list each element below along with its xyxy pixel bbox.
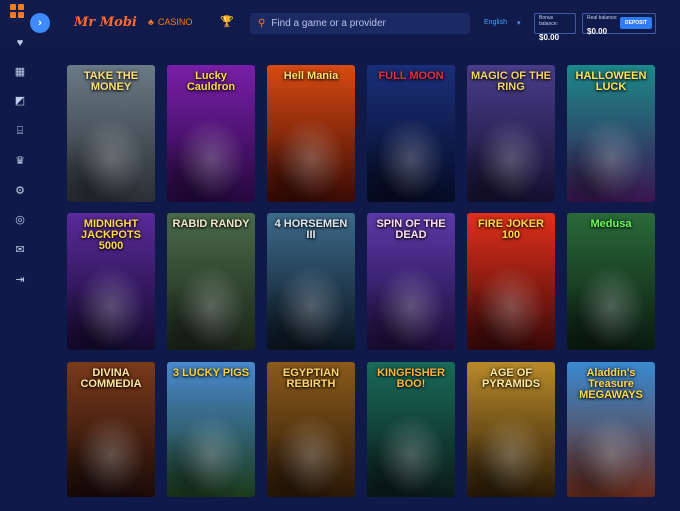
game-tile[interactable]: 4 HORSEMEN III — [267, 213, 355, 350]
site-logo[interactable]: Mr Mobi — [74, 15, 137, 30]
search-icon: ⚲ — [258, 18, 266, 29]
game-tile[interactable]: Hell Mania — [267, 65, 355, 202]
game-title: 4 HORSEMEN III — [274, 218, 348, 241]
game-artwork — [167, 402, 255, 497]
game-title: RABID RANDY — [172, 218, 250, 230]
search-input[interactable] — [271, 18, 462, 29]
game-artwork — [567, 254, 655, 350]
chat-icon[interactable]: ✉ — [13, 243, 27, 257]
game-tile[interactable]: 3 LUCKY PIGS — [167, 362, 255, 497]
game-title: Hell Mania — [283, 70, 339, 82]
game-tile[interactable]: AGE OF PYRAMIDS — [467, 362, 555, 497]
logout-icon[interactable]: ⇥ — [13, 273, 27, 287]
language-select[interactable]: English ▾ — [484, 19, 520, 27]
game-tile[interactable]: Aladdin's Treasure MEGAWAYS — [567, 362, 655, 497]
game-tile[interactable]: FIRE JOKER 100 — [467, 213, 555, 350]
game-title: KINGFISHER BOO! — [377, 367, 445, 390]
game-tile[interactable]: SPIN OF THE DEAD — [367, 213, 455, 350]
game-artwork — [367, 106, 455, 202]
game-title: TAKE THE MONEY — [83, 70, 139, 93]
game-artwork — [367, 254, 455, 350]
game-tile[interactable]: MIDNIGHT JACKPOTS 5000 — [67, 213, 155, 350]
game-artwork — [267, 106, 355, 202]
heart-icon[interactable]: ♥ — [13, 36, 27, 50]
slots-icon[interactable]: ▦ — [13, 65, 27, 79]
bonus-balance-amount: $0.00 — [539, 33, 560, 42]
game-artwork — [67, 106, 155, 202]
game-artwork — [167, 254, 255, 350]
game-tile[interactable]: TAKE THE MONEY — [67, 65, 155, 202]
game-title: Medusa — [590, 218, 632, 230]
casino-nav-link[interactable]: ♣ CASINO — [148, 17, 192, 27]
game-tile[interactable]: Medusa — [567, 213, 655, 350]
game-artwork — [67, 402, 155, 497]
settings-icon[interactable]: ⚙ — [13, 184, 27, 198]
trophy-icon[interactable]: ♛ — [13, 154, 27, 168]
game-tile[interactable]: Lucky Cauldron — [167, 65, 255, 202]
game-artwork — [167, 106, 255, 202]
game-tile[interactable]: MAGIC OF THE RING — [467, 65, 555, 202]
trophy-icon[interactable]: 🏆 — [220, 15, 234, 28]
game-title: AGE OF PYRAMIDS — [481, 367, 541, 390]
game-artwork — [567, 106, 655, 202]
game-title: SPIN OF THE DEAD — [376, 218, 446, 241]
game-artwork — [367, 402, 455, 497]
grid-menu-icon[interactable] — [10, 4, 26, 20]
chevron-right-icon[interactable]: › — [30, 13, 50, 33]
game-artwork — [267, 254, 355, 350]
top-bar: › Mr Mobi ♣ CASINO 🏆 ⚲ English ▾ Bonus b… — [0, 0, 680, 46]
game-title: FIRE JOKER 100 — [477, 218, 544, 241]
language-label: English — [484, 19, 507, 26]
game-artwork — [67, 254, 155, 350]
game-tile[interactable]: KINGFISHER BOO! — [367, 362, 455, 497]
game-tile[interactable]: DIVINA COMMEDIA — [67, 362, 155, 497]
casino-label: CASINO — [157, 17, 193, 27]
game-artwork — [467, 254, 555, 350]
game-tile[interactable]: HALLOWEEN LUCK — [567, 65, 655, 202]
real-balance-amount: $0.00 — [587, 27, 608, 36]
deposit-button[interactable]: DEPOSIT — [620, 17, 652, 29]
game-artwork — [467, 402, 555, 497]
table-games-icon[interactable]: ◩ — [13, 94, 27, 108]
game-tile[interactable]: RABID RANDY — [167, 213, 255, 350]
game-title: MIDNIGHT JACKPOTS 5000 — [81, 218, 141, 252]
game-artwork — [567, 402, 655, 497]
bonus-balance: Bonus balance: $0.00 — [534, 13, 576, 42]
chevron-down-icon: ▾ — [516, 20, 521, 27]
game-title: Aladdin's Treasure MEGAWAYS — [579, 367, 643, 401]
bonus-balance-label: Bonus balance: — [539, 15, 558, 27]
game-title: HALLOWEEN LUCK — [575, 70, 647, 93]
game-artwork — [267, 402, 355, 497]
game-tile[interactable]: EGYPTIAN REBIRTH — [267, 362, 355, 497]
game-title: Lucky Cauldron — [186, 70, 236, 93]
search-bar[interactable]: ⚲ — [250, 13, 470, 34]
gift-icon[interactable]: ⌸ — [13, 124, 27, 138]
game-title: MAGIC OF THE RING — [470, 70, 552, 93]
game-title: 3 LUCKY PIGS — [172, 367, 250, 379]
support-icon[interactable]: ◎ — [13, 213, 27, 227]
game-title: DIVINA COMMEDIA — [80, 367, 142, 390]
cards-icon: ♣ — [148, 17, 154, 27]
game-tile[interactable]: FULL MOON — [367, 65, 455, 202]
game-title: FULL MOON — [378, 70, 444, 82]
game-title: EGYPTIAN REBIRTH — [282, 367, 340, 390]
game-artwork — [467, 106, 555, 202]
